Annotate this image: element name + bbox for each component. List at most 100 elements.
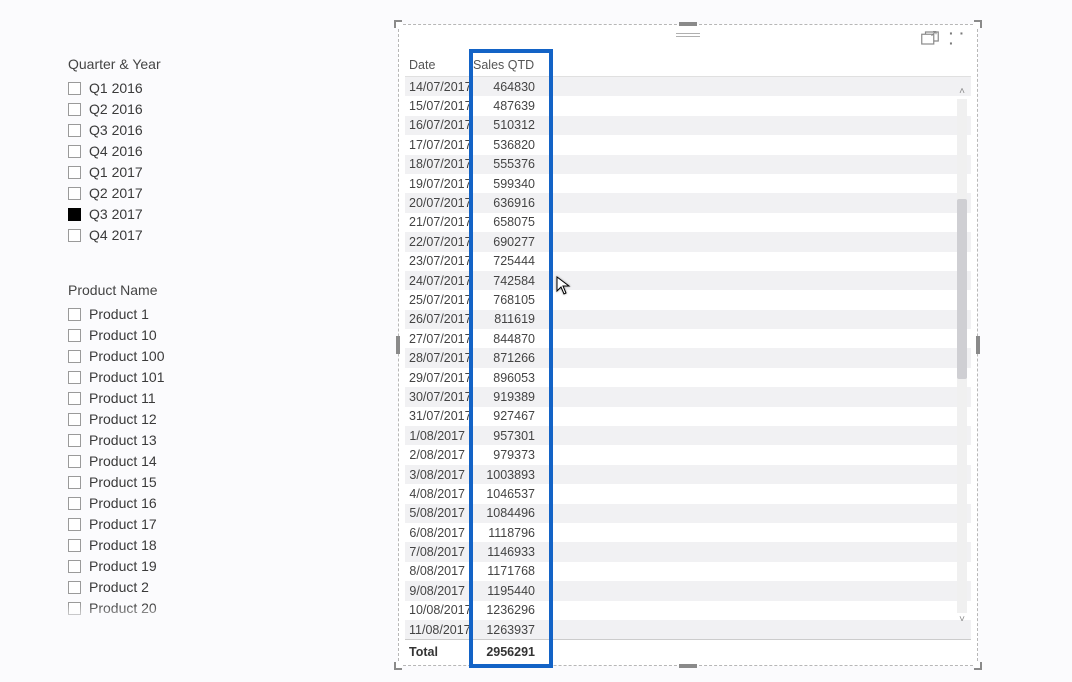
checkbox-icon[interactable] [68, 229, 81, 242]
checkbox-icon[interactable] [68, 455, 81, 468]
scroll-thumb[interactable] [957, 199, 967, 379]
table-row[interactable]: 28/07/2017871266 [405, 348, 971, 367]
checkbox-icon[interactable] [68, 497, 81, 510]
cell-sales-qtd: 725444 [469, 254, 549, 268]
checkbox-icon[interactable] [68, 145, 81, 158]
table-row[interactable]: 7/08/20171146933 [405, 542, 971, 561]
checkbox-icon[interactable] [68, 208, 81, 221]
table-row[interactable]: 30/07/2017919389 [405, 387, 971, 406]
slicer-item-label: Product 100 [89, 346, 165, 366]
resize-handle-tl[interactable] [394, 20, 402, 28]
checkbox-icon[interactable] [68, 329, 81, 342]
quarter-year-item[interactable]: Q4 2016 [68, 141, 288, 161]
table-visual-frame[interactable]: · · · Date Sales QTD 14/07/201746483015/… [398, 24, 978, 666]
table-row[interactable]: 26/07/2017811619 [405, 310, 971, 329]
checkbox-icon[interactable] [68, 82, 81, 95]
resize-handle-left[interactable] [396, 336, 400, 354]
resize-handle-bl[interactable] [394, 662, 402, 670]
checkbox-icon[interactable] [68, 308, 81, 321]
quarter-year-item[interactable]: Q1 2016 [68, 78, 288, 98]
focus-mode-icon[interactable] [921, 31, 939, 45]
product-name-item[interactable]: Product 1 [68, 304, 308, 324]
checkbox-icon[interactable] [68, 602, 81, 615]
table-row[interactable]: 9/08/20171195440 [405, 581, 971, 600]
resize-handle-top[interactable] [679, 22, 697, 26]
vertical-scrollbar[interactable]: ˄ ˅ [955, 85, 969, 627]
quarter-year-item[interactable]: Q2 2016 [68, 99, 288, 119]
table-row[interactable]: 4/08/20171046537 [405, 484, 971, 503]
product-name-item[interactable]: Product 14 [68, 451, 308, 471]
scroll-down-arrow-icon[interactable]: ˅ [955, 613, 969, 627]
table-row[interactable]: 11/08/20171263937 [405, 620, 971, 639]
checkbox-icon[interactable] [68, 124, 81, 137]
quarter-year-item[interactable]: Q3 2017 [68, 204, 288, 224]
checkbox-icon[interactable] [68, 350, 81, 363]
product-name-item[interactable]: Product 16 [68, 493, 308, 513]
table-row[interactable]: 2/08/2017979373 [405, 445, 971, 464]
table-row[interactable]: 15/07/2017487639 [405, 96, 971, 115]
quarter-year-item[interactable]: Q4 2017 [68, 225, 288, 245]
drag-handle-icon[interactable] [676, 33, 700, 37]
table-row[interactable]: 25/07/2017768105 [405, 290, 971, 309]
cell-date: 27/07/2017 [405, 332, 469, 346]
more-options-icon[interactable]: · · · [949, 31, 967, 45]
table-row[interactable]: 6/08/20171118796 [405, 523, 971, 542]
slicer-list-product-name: Product 1Product 10Product 100Product 10… [68, 304, 308, 622]
table-row[interactable]: 31/07/2017927467 [405, 407, 971, 426]
checkbox-icon[interactable] [68, 166, 81, 179]
table-row[interactable]: 23/07/2017725444 [405, 252, 971, 271]
quarter-year-item[interactable]: Q1 2017 [68, 162, 288, 182]
table-row[interactable]: 27/07/2017844870 [405, 329, 971, 348]
resize-handle-br[interactable] [974, 662, 982, 670]
table-row[interactable]: 17/07/2017536820 [405, 135, 971, 154]
table-row[interactable]: 1/08/2017957301 [405, 426, 971, 445]
quarter-year-item[interactable]: Q3 2016 [68, 120, 288, 140]
table-row[interactable]: 29/07/2017896053 [405, 368, 971, 387]
table-row[interactable]: 10/08/20171236296 [405, 601, 971, 620]
slicer-title-quarter-year: Quarter & Year [68, 56, 288, 72]
product-name-item[interactable]: Product 100 [68, 346, 308, 366]
resize-handle-right[interactable] [976, 336, 980, 354]
product-name-item[interactable]: Product 101 [68, 367, 308, 387]
table-row[interactable]: 14/07/2017464830 [405, 77, 971, 96]
product-name-item[interactable]: Product 10 [68, 325, 308, 345]
product-name-item[interactable]: Product 2 [68, 577, 308, 597]
table-row[interactable]: 18/07/2017555376 [405, 155, 971, 174]
checkbox-icon[interactable] [68, 413, 81, 426]
table-row[interactable]: 24/07/2017742584 [405, 271, 971, 290]
product-name-item[interactable]: Product 11 [68, 388, 308, 408]
table-row[interactable]: 8/08/20171171768 [405, 562, 971, 581]
product-name-item[interactable]: Product 20 [68, 598, 308, 618]
table-row[interactable]: 5/08/20171084496 [405, 504, 971, 523]
checkbox-icon[interactable] [68, 103, 81, 116]
product-name-item[interactable]: Product 19 [68, 556, 308, 576]
checkbox-icon[interactable] [68, 371, 81, 384]
scroll-up-arrow-icon[interactable]: ˄ [955, 85, 969, 99]
checkbox-icon[interactable] [68, 518, 81, 531]
product-name-item[interactable]: Product 18 [68, 535, 308, 555]
table-row[interactable]: 21/07/2017658075 [405, 213, 971, 232]
checkbox-icon[interactable] [68, 560, 81, 573]
checkbox-icon[interactable] [68, 581, 81, 594]
product-name-item[interactable]: Product 21 [68, 619, 308, 622]
resize-handle-bottom[interactable] [679, 664, 697, 668]
checkbox-icon[interactable] [68, 392, 81, 405]
table-row[interactable]: 22/07/2017690277 [405, 232, 971, 251]
resize-handle-tr[interactable] [974, 20, 982, 28]
column-header-sales-qtd[interactable]: Sales QTD [469, 56, 549, 74]
checkbox-icon[interactable] [68, 187, 81, 200]
table-row[interactable]: 19/07/2017599340 [405, 174, 971, 193]
product-name-item[interactable]: Product 17 [68, 514, 308, 534]
column-header-date[interactable]: Date [405, 56, 469, 74]
checkbox-icon[interactable] [68, 476, 81, 489]
quarter-year-item[interactable]: Q2 2017 [68, 183, 288, 203]
checkbox-icon[interactable] [68, 434, 81, 447]
product-name-item[interactable]: Product 13 [68, 430, 308, 450]
product-name-item[interactable]: Product 15 [68, 472, 308, 492]
scroll-track[interactable] [957, 99, 967, 613]
product-name-item[interactable]: Product 12 [68, 409, 308, 429]
checkbox-icon[interactable] [68, 539, 81, 552]
table-row[interactable]: 16/07/2017510312 [405, 116, 971, 135]
table-row[interactable]: 20/07/2017636916 [405, 193, 971, 212]
table-row[interactable]: 3/08/20171003893 [405, 465, 971, 484]
